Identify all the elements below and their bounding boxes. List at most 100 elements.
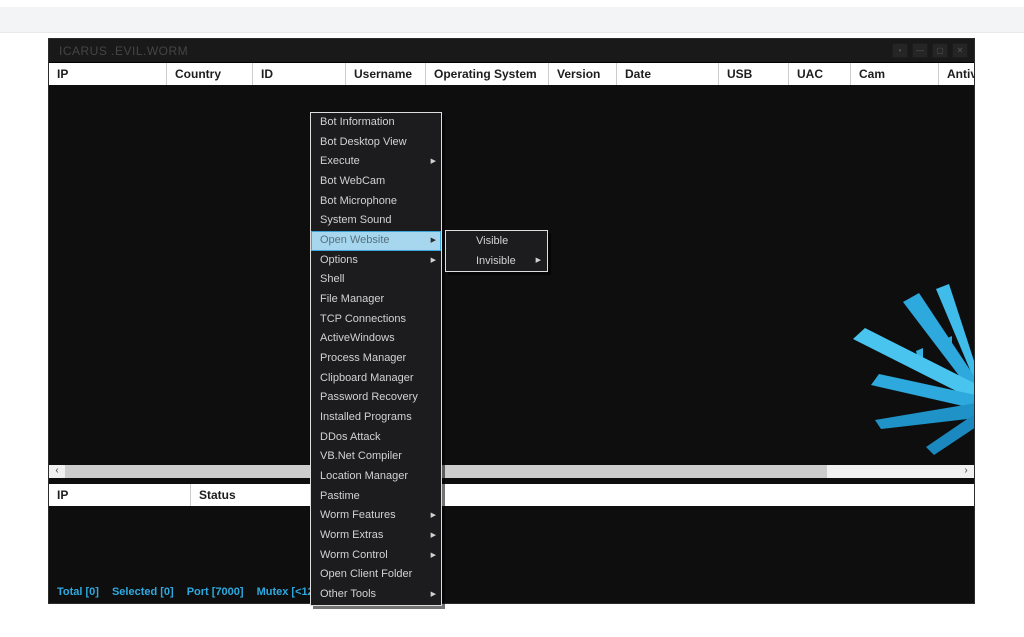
menu-item-label: VB.Net Compiler	[320, 450, 402, 462]
menu-item-label: File Manager	[320, 293, 384, 305]
horizontal-scrollbar: ‹ ›	[49, 465, 974, 478]
context-menu-item-shell[interactable]: Shell	[311, 270, 441, 290]
context-menu-item-options[interactable]: Options ▶	[311, 251, 441, 271]
menu-item-label: Clipboard Manager	[320, 372, 414, 384]
column-header-country[interactable]: Country	[167, 63, 253, 85]
context-menu-item-pastime[interactable]: Pastime	[311, 487, 441, 507]
column-header-cam[interactable]: Cam	[851, 63, 939, 85]
context-menu: Bot Information Bot Desktop View Execute ▶ B…	[310, 112, 442, 606]
main-table-header: IPCountryIDUsernameOperating SystemVersi…	[49, 63, 974, 85]
status-selected: Selected [0]	[112, 586, 174, 598]
maximize-button[interactable]: ▢	[932, 43, 948, 58]
submenu-arrow-icon: ▶	[431, 585, 436, 605]
scroll-right-icon[interactable]: ›	[958, 465, 974, 478]
column-header-id[interactable]: ID	[253, 63, 346, 85]
column-header-username[interactable]: Username	[346, 63, 426, 85]
titlebar[interactable]: ICARUS .EVIL.WORM • — ▢ ✕	[49, 39, 974, 63]
status-list-area	[49, 506, 974, 580]
close-button[interactable]: ✕	[952, 43, 968, 58]
submenu-arrow-icon: ▶	[431, 526, 436, 546]
context-menu-item-tcp-connections[interactable]: TCP Connections	[311, 310, 441, 330]
bot-list-area	[49, 85, 974, 465]
menu-item-label: Bot Microphone	[320, 195, 397, 207]
menu-item-label: Password Recovery	[320, 391, 418, 403]
column-header-version[interactable]: Version	[549, 63, 617, 85]
submenu-arrow-icon: ▶	[431, 231, 436, 251]
submenu-arrow-icon: ▶	[431, 251, 436, 271]
context-menu-item-ddos-attack[interactable]: DDos Attack	[311, 428, 441, 448]
column-header-usb[interactable]: USB	[719, 63, 789, 85]
context-menu-item-execute[interactable]: Execute ▶	[311, 152, 441, 172]
extra-button[interactable]: •	[892, 43, 908, 58]
menu-item-label: System Sound	[320, 214, 392, 226]
menu-item-label: Bot WebCam	[320, 175, 385, 187]
context-menu-item-worm-control[interactable]: Worm Control ▶	[311, 546, 441, 566]
status-total: Total [0]	[57, 586, 99, 598]
menu-item-label: Other Tools	[320, 588, 376, 600]
app-window: ICARUS .EVIL.WORM •—▢✕ IPCountryIDUserna…	[48, 38, 975, 604]
context-menu-item-process-manager[interactable]: Process Manager	[311, 349, 441, 369]
submenu-item-invisible[interactable]: Invisible ▶	[446, 251, 547, 271]
column-header-date[interactable]: Date	[617, 63, 719, 85]
context-menu-item-bot-webcam[interactable]: Bot WebCam	[311, 172, 441, 192]
context-menu-item-installed-programs[interactable]: Installed Programs	[311, 408, 441, 428]
context-menu-item-open-client-folder[interactable]: Open Client Folder	[311, 565, 441, 585]
menu-item-label: Invisible	[476, 255, 516, 267]
menu-item-label: Worm Control	[320, 549, 388, 561]
status-port: Port [7000]	[187, 586, 244, 598]
window-controls: • — ▢ ✕	[892, 43, 968, 58]
open-website-submenu: Visible Invisible ▶	[445, 230, 548, 272]
context-menu-item-worm-features[interactable]: Worm Features ▶	[311, 506, 441, 526]
menu-item-label: Open Client Folder	[320, 568, 412, 580]
menu-item-label: Location Manager	[320, 470, 408, 482]
column-header-operating-system[interactable]: Operating System	[426, 63, 549, 85]
submenu-arrow-icon: ▶	[536, 251, 541, 271]
menu-item-label: Execute	[320, 155, 360, 167]
scroll-left-icon[interactable]: ‹	[49, 465, 65, 478]
menu-item-label: DDos Attack	[320, 431, 381, 443]
context-menu-item-worm-extras[interactable]: Worm Extras ▶	[311, 526, 441, 546]
context-menu-item-bot-desktop-view[interactable]: Bot Desktop View	[311, 133, 441, 153]
context-menu-item-activewindows[interactable]: ActiveWindows	[311, 329, 441, 349]
menu-item-label: Shell	[320, 273, 344, 285]
scrollbar-thumb[interactable]	[65, 465, 827, 478]
submenu-arrow-icon: ▶	[431, 506, 436, 526]
menu-item-label: Options	[320, 254, 358, 266]
column-header-ip-bottom[interactable]: IP	[49, 484, 191, 506]
scrollbar-track[interactable]	[827, 465, 958, 478]
window-title: ICARUS .EVIL.WORM	[59, 39, 188, 63]
menu-item-label: ActiveWindows	[320, 332, 395, 344]
submenu-arrow-icon: ▶	[431, 546, 436, 566]
context-menu-item-password-recovery[interactable]: Password Recovery	[311, 388, 441, 408]
context-menu-item-vb-net-compiler[interactable]: VB.Net Compiler	[311, 447, 441, 467]
menu-item-label: Worm Extras	[320, 529, 383, 541]
menu-item-label: Worm Features	[320, 509, 396, 521]
context-menu-item-open-website[interactable]: Open Website ▶	[311, 231, 441, 251]
context-menu-item-bot-microphone[interactable]: Bot Microphone	[311, 192, 441, 212]
submenu-item-visible[interactable]: Visible	[446, 231, 547, 251]
column-header-uac[interactable]: UAC	[789, 63, 851, 85]
context-menu-item-bot-information[interactable]: Bot Information	[311, 113, 441, 133]
column-header-antivirus[interactable]: Antivirus	[939, 63, 974, 85]
column-header-ip[interactable]: IP	[49, 63, 167, 85]
minimize-button[interactable]: —	[912, 43, 928, 58]
context-menu-item-system-sound[interactable]: System Sound	[311, 211, 441, 231]
menu-item-label: Installed Programs	[320, 411, 412, 423]
context-menu-item-file-manager[interactable]: File Manager	[311, 290, 441, 310]
menu-item-label: TCP Connections	[320, 313, 406, 325]
desktop-background: ICARUS .EVIL.WORM •—▢✕ IPCountryIDUserna…	[0, 0, 1024, 637]
context-menu-item-other-tools[interactable]: Other Tools ▶	[311, 585, 441, 605]
context-menu-item-clipboard-manager[interactable]: Clipboard Manager	[311, 369, 441, 389]
status-bar: Total [0]Selected [0]Port [7000]Mutex [<…	[49, 580, 974, 603]
status-table-header: IPStatus	[49, 484, 974, 506]
context-menu-item-location-manager[interactable]: Location Manager	[311, 467, 441, 487]
column-header-status-bottom[interactable]: Status	[191, 484, 311, 506]
menu-item-label: Open Website	[320, 234, 390, 246]
menu-item-label: Bot Desktop View	[320, 136, 407, 148]
icarus-logo-icon	[848, 281, 974, 461]
submenu-arrow-icon: ▶	[431, 152, 436, 172]
page-top-strip	[0, 7, 1024, 33]
menu-item-label: Bot Information	[320, 116, 395, 128]
menu-item-label: Pastime	[320, 490, 360, 502]
menu-item-label: Visible	[476, 235, 508, 247]
